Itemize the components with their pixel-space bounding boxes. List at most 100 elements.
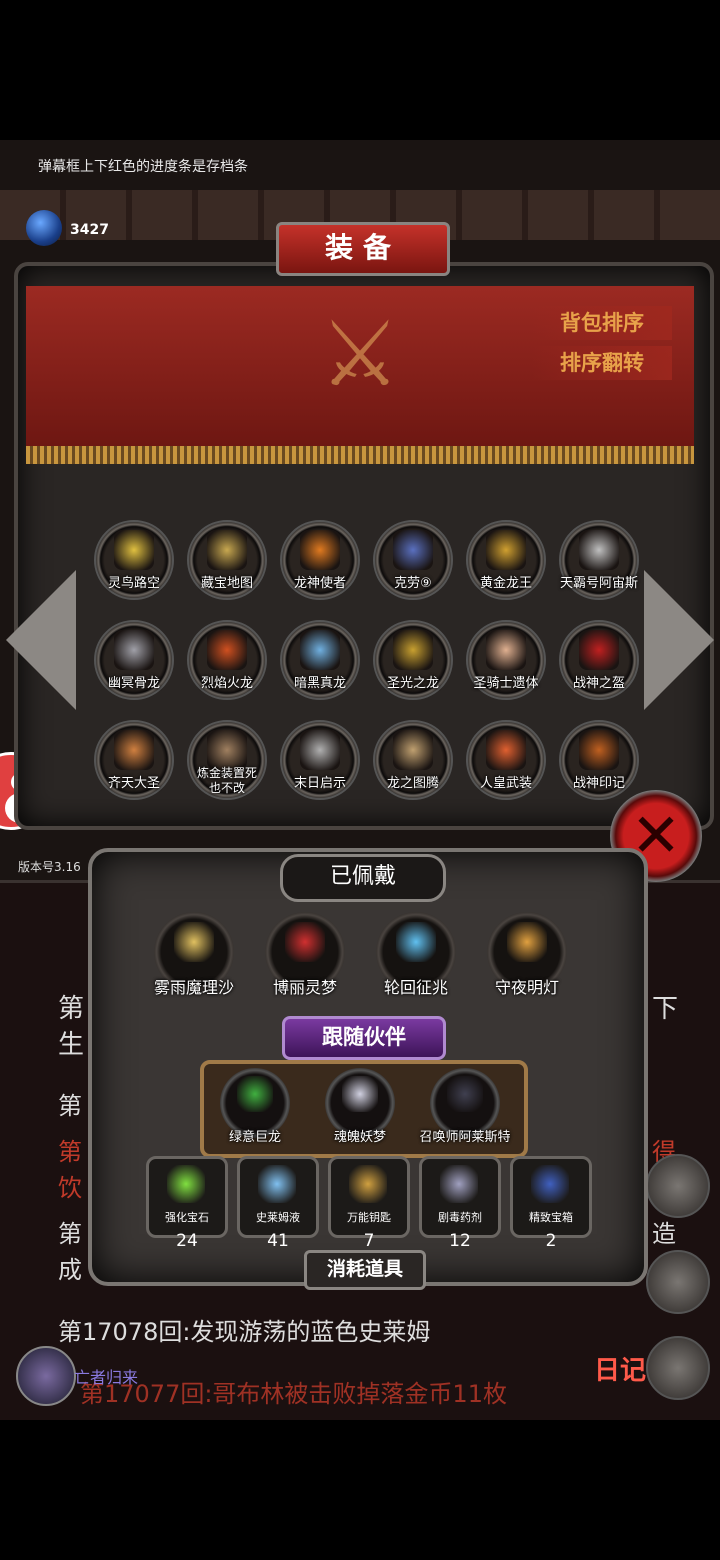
equipment-label: 克劳⑨ — [394, 576, 432, 591]
equipment-icon — [207, 530, 247, 570]
diary-button[interactable]: 日记 — [594, 1350, 646, 1387]
equipment-label: 幽冥骨龙 — [107, 676, 160, 691]
companion-label: 绿意巨龙 — [228, 1130, 281, 1145]
next-page-icon[interactable] — [644, 570, 714, 710]
equipment-label: 黄金龙王 — [479, 576, 532, 591]
player-name: 亡者归来 — [74, 1368, 139, 1387]
consumable-icon — [531, 1165, 569, 1203]
equipment-slot[interactable]: 战神之盔 — [559, 620, 639, 700]
gem-icon — [26, 210, 62, 246]
log-fragment: 第 — [58, 1092, 82, 1120]
equipped-slot[interactable]: 轮回征兆 — [376, 912, 456, 997]
equipment-label: 圣骑士遗体 — [473, 676, 539, 691]
equipment-slot[interactable]: 炼金装置死也不改 — [187, 720, 267, 800]
companion-slot[interactable]: 召唤师阿莱斯特 — [419, 1068, 511, 1145]
consumable-label: 强化宝石 — [165, 1211, 209, 1224]
companion-title: 跟随伙伴 — [282, 1016, 446, 1060]
book-icon[interactable] — [646, 1336, 710, 1400]
equipped-title: 已佩戴 — [280, 854, 446, 902]
equipped-icon — [174, 922, 214, 962]
companion-icon — [447, 1076, 483, 1112]
equipment-label: 炼金装置死也不改 — [196, 766, 257, 795]
consumable-label: 剧毒药剂 — [438, 1211, 482, 1224]
equipped-slot[interactable]: 博丽灵梦 — [265, 912, 345, 997]
equipped-icon — [507, 922, 547, 962]
equipped-label: 雾雨魔理沙 — [153, 978, 234, 997]
companion-slot[interactable]: 绿意巨龙 — [220, 1068, 290, 1145]
equipped-slot[interactable]: 雾雨魔理沙 — [154, 912, 234, 997]
banner-fringe — [26, 446, 694, 464]
log-entry: 第17077回:哥布林被击败掉落金币11枚 — [80, 1380, 507, 1408]
equipment-slot[interactable]: 藏宝地图 — [187, 520, 267, 600]
sort-button[interactable]: 背包排序 — [532, 306, 672, 340]
equipment-icon — [114, 630, 154, 670]
reverse-sort-button[interactable]: 排序翻转 — [532, 346, 672, 380]
beer-mug-icon[interactable] — [646, 1250, 710, 1314]
consumable-icon — [167, 1165, 205, 1203]
consumable-count: 12 — [449, 1231, 471, 1251]
equipment-icon — [207, 730, 247, 770]
equipment-icon — [300, 730, 340, 770]
equipment-icon — [579, 530, 619, 570]
equipment-label: 烈焰火龙 — [200, 676, 253, 691]
equipment-slot[interactable]: 灵鸟路空 — [94, 520, 174, 600]
equipped-slot[interactable]: 守夜明灯 — [487, 912, 567, 997]
equipment-slot[interactable]: 天霸号阿宙斯 — [559, 520, 639, 600]
consumable-icon — [258, 1165, 296, 1203]
equipment-icon — [393, 530, 433, 570]
log-fragment: 第 — [58, 1138, 82, 1166]
equipment-icon — [300, 530, 340, 570]
equipment-icon — [300, 630, 340, 670]
status-bar-area — [0, 0, 720, 140]
equipment-label: 末日启示 — [293, 776, 346, 791]
equipment-slot[interactable]: 人皇武装 — [466, 720, 546, 800]
panel-title: 装备 — [276, 222, 450, 276]
equipment-icon — [579, 630, 619, 670]
consumable-count: 7 — [363, 1231, 375, 1251]
log-fragment: 饮 — [58, 1174, 82, 1202]
consumable-slot[interactable]: 万能钥匙 7 — [328, 1156, 410, 1251]
equipment-slot[interactable]: 末日启示 — [280, 720, 360, 800]
consumable-count: 2 — [545, 1231, 557, 1251]
log-fragment: 第 — [58, 1220, 82, 1248]
equipment-slot[interactable]: 黄金龙王 — [466, 520, 546, 600]
equipment-icon — [207, 630, 247, 670]
player-avatar[interactable] — [16, 1346, 76, 1406]
prev-page-icon[interactable] — [6, 570, 76, 710]
equipped-label: 守夜明灯 — [494, 978, 559, 997]
equipment-slot[interactable]: 烈焰火龙 — [187, 620, 267, 700]
equipped-label: 博丽灵梦 — [272, 978, 337, 997]
tip-text: 弹幕框上下红色的进度条是存档条 — [38, 159, 248, 175]
consumable-slot[interactable]: 史莱姆液 41 — [237, 1156, 319, 1251]
equipment-label: 战神之盔 — [572, 676, 625, 691]
consumable-slot[interactable]: 剧毒药剂 12 — [419, 1156, 501, 1251]
consumable-slot[interactable]: 强化宝石 24 — [146, 1156, 228, 1251]
consumable-slot[interactable]: 精致宝箱 2 — [510, 1156, 592, 1251]
equipment-slot[interactable]: 战神印记 — [559, 720, 639, 800]
knight-helmet-icon[interactable] — [646, 1154, 710, 1218]
equipment-label: 圣光之龙 — [386, 676, 439, 691]
equipment-slot[interactable]: 龙神使者 — [280, 520, 360, 600]
equipment-label: 人皇武装 — [479, 776, 532, 791]
equipment-label: 龙之图腾 — [386, 776, 439, 791]
log-fragment: 下 — [652, 994, 679, 1024]
equipment-slot[interactable]: 龙之图腾 — [373, 720, 453, 800]
log-fragment: 成 — [58, 1256, 82, 1284]
equipment-slot[interactable]: 幽冥骨龙 — [94, 620, 174, 700]
log-fragment: 第 — [58, 994, 85, 1024]
equipment-slot[interactable]: 齐天大圣 — [94, 720, 174, 800]
equipment-slot[interactable]: 暗黑真龙 — [280, 620, 360, 700]
companion-icon — [237, 1076, 273, 1112]
consumable-label: 万能钥匙 — [347, 1211, 391, 1224]
equipment-icon — [579, 730, 619, 770]
consumable-icon — [349, 1165, 387, 1203]
equipment-label: 龙神使者 — [293, 576, 346, 591]
equipment-slot[interactable]: 圣光之龙 — [373, 620, 453, 700]
consumable-label: 史莱姆液 — [256, 1211, 300, 1224]
version-label: 版本号3.16 — [18, 860, 81, 874]
equipment-slot[interactable]: 克劳⑨ — [373, 520, 453, 600]
companion-slot[interactable]: 魂魄妖梦 — [325, 1068, 395, 1145]
equipped-icon — [396, 922, 436, 962]
equipment-slot[interactable]: 圣骑士遗体 — [466, 620, 546, 700]
consumable-count: 24 — [176, 1231, 198, 1251]
